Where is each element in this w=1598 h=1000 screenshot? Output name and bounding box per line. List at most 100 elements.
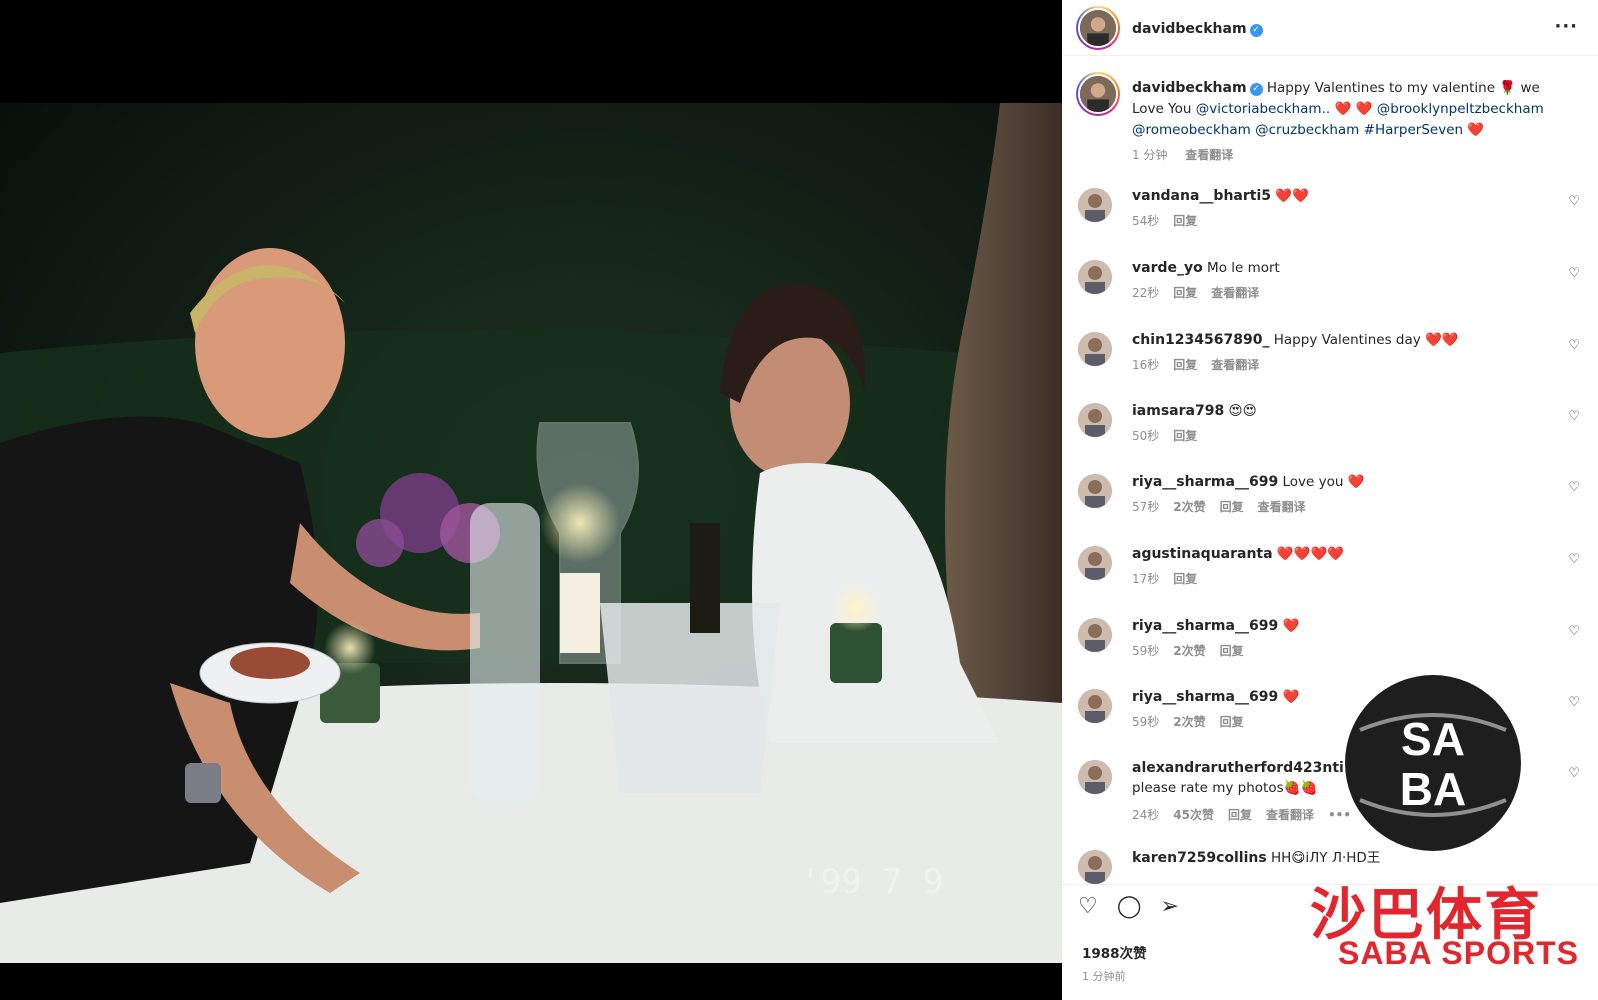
likes-count[interactable]: 1988次赞 [1082, 942, 1147, 962]
caption-avatar[interactable] [1076, 72, 1120, 116]
comment-like-heart-icon[interactable]: ♡ [1568, 266, 1580, 281]
saba-watermark-en: SABA SPORTS [1338, 935, 1579, 971]
mention-victoriabeckham[interactable]: @victoriabeckham.. [1196, 101, 1330, 117]
comment-text: Happy Valentines day ❤️❤️ [1273, 332, 1459, 348]
heart-outline-icon[interactable]: ♡ [1078, 894, 1098, 919]
comment-row: iamsara798 😍😍 50秒 回复 ♡ [1062, 401, 1598, 461]
comment-time: 59秒 [1132, 715, 1160, 729]
author-username[interactable]: davidbeckham [1132, 21, 1247, 37]
comment-time: 54秒 [1132, 214, 1160, 228]
commenter-username[interactable]: alexandrarutherford423nti [1132, 760, 1344, 776]
comment-text: ❤️ [1282, 689, 1300, 705]
caption-time: 1 分钟 [1132, 148, 1168, 162]
comment-text: ❤️❤️ [1275, 188, 1309, 204]
see-translation-link[interactable]: 查看翻译 [1266, 808, 1314, 822]
comment-row: varde_yo Mo le mort 22秒 回复 查看翻译 ♡ [1062, 258, 1598, 318]
rose-emoji: 🌹 [1499, 80, 1517, 96]
caption-username[interactable]: davidbeckham [1132, 80, 1247, 96]
commenter-username[interactable]: agustinaquaranta [1132, 546, 1273, 562]
comment-row: riya__sharma__699 ❤️ 59秒 2次赞 回复 ♡ [1062, 616, 1598, 676]
commenter-username[interactable]: karen7259collins [1132, 850, 1267, 866]
comment-like-heart-icon[interactable]: ♡ [1568, 338, 1580, 353]
comment-text: ❤️ [1282, 618, 1300, 634]
reply-button[interactable]: 回复 [1228, 808, 1252, 822]
commenter-avatar[interactable] [1078, 474, 1112, 508]
comment-time: 59秒 [1132, 644, 1160, 658]
post-caption: davidbeckham ✓ Happy Valentines to my val… [1132, 78, 1572, 166]
commenter-avatar[interactable] [1078, 260, 1112, 294]
commenter-username[interactable]: varde_yo [1132, 260, 1203, 276]
hashtag-harperseven[interactable]: #HarperSeven [1364, 122, 1463, 138]
comment-like-heart-icon[interactable]: ♡ [1568, 695, 1580, 710]
comment-likes[interactable]: 2次赞 [1173, 500, 1205, 514]
reply-button[interactable]: 回复 [1220, 644, 1244, 658]
commenter-avatar[interactable] [1078, 850, 1112, 884]
commenter-avatar[interactable] [1078, 618, 1112, 652]
comment-like-heart-icon[interactable]: ♡ [1568, 480, 1580, 495]
commenter-avatar[interactable] [1078, 188, 1112, 222]
commenter-avatar[interactable] [1078, 332, 1112, 366]
comment-time: 50秒 [1132, 429, 1160, 443]
action-bar: ♡ ◯ ➢ [1078, 894, 1193, 924]
svg-text:SA: SA [1401, 713, 1465, 765]
see-translation-link[interactable]: 查看翻译 [1258, 500, 1306, 514]
comment-likes[interactable]: 2次赞 [1173, 715, 1205, 729]
heart-emoji: ❤️ [1467, 122, 1485, 138]
comment-row: riya__sharma__699 Love you ❤️ 57秒 2次赞 回复 查看翻… [1062, 472, 1598, 532]
author-avatar[interactable] [1076, 6, 1120, 50]
verified-badge-icon: ✓ [1249, 83, 1263, 96]
comment-bubble-icon[interactable]: ◯ [1117, 894, 1142, 919]
comment-time: 22秒 [1132, 286, 1160, 300]
commenter-username[interactable]: riya__sharma__699 [1132, 618, 1278, 634]
see-translation-link[interactable]: 查看翻译 [1211, 286, 1259, 300]
heart-emojis: ❤️ ❤️ [1334, 101, 1373, 117]
comment-likes[interactable]: 2次赞 [1173, 644, 1205, 658]
commenter-username[interactable]: vandana__bharti5 [1132, 188, 1271, 204]
commenter-username[interactable]: riya__sharma__699 [1132, 474, 1278, 490]
post-photo[interactable]: '99 7 9 [0, 103, 1062, 963]
comment-text: ❤️❤️❤️❤️ [1276, 546, 1345, 562]
comment-like-heart-icon[interactable]: ♡ [1568, 624, 1580, 639]
mention-brooklynpeltzbeckham[interactable]: @brooklynpeltzbeckham [1377, 101, 1544, 117]
commenter-username[interactable]: chin1234567890_ [1132, 332, 1269, 348]
comment-like-heart-icon[interactable]: ♡ [1568, 194, 1580, 209]
photo-illustration: '99 7 9 [0, 103, 1062, 963]
post-header: davidbeckham ✓ ··· [1062, 0, 1598, 56]
reply-button[interactable]: 回复 [1173, 572, 1197, 586]
saba-watermark-logo: SA BA [1345, 675, 1521, 851]
commenter-avatar[interactable] [1078, 689, 1112, 723]
reply-button[interactable]: 回复 [1173, 214, 1197, 228]
caption-text: Happy Valentines to my valentine [1266, 80, 1496, 96]
comment-time: 24秒 [1132, 808, 1160, 822]
comment-text-line2: please rate my photos🍓🍓 [1132, 780, 1318, 796]
reply-button[interactable]: 回复 [1173, 358, 1197, 372]
comment-time: 17秒 [1132, 572, 1160, 586]
commenter-avatar[interactable] [1078, 403, 1112, 437]
comment-like-heart-icon[interactable]: ♡ [1568, 409, 1580, 424]
see-translation-link[interactable]: 查看翻译 [1211, 358, 1259, 372]
paper-plane-icon[interactable]: ➢ [1161, 894, 1179, 919]
reply-button[interactable]: 回复 [1173, 286, 1197, 300]
reply-button[interactable]: 回复 [1220, 715, 1244, 729]
commenter-avatar[interactable] [1078, 760, 1112, 794]
commenter-avatar[interactable] [1078, 546, 1112, 580]
mention-cruzbeckham[interactable]: @cruzbeckham [1255, 122, 1359, 138]
reply-button[interactable]: 回复 [1173, 429, 1197, 443]
commenter-username[interactable]: iamsara798 [1132, 403, 1224, 419]
comment-row: vandana__bharti5 ❤️❤️ 54秒 回复 ♡ [1062, 186, 1598, 246]
comment-time: 16秒 [1132, 358, 1160, 372]
comment-like-heart-icon[interactable]: ♡ [1568, 766, 1580, 781]
comment-like-heart-icon[interactable]: ♡ [1568, 552, 1580, 567]
mention-romeobeckham[interactable]: @romeobeckham [1132, 122, 1251, 138]
comment-text: Love you ❤️ [1282, 474, 1365, 490]
verified-badge-icon: ✓ [1249, 24, 1263, 37]
date-stamp: '99 7 9 [800, 862, 943, 902]
comment-time: 57秒 [1132, 500, 1160, 514]
more-horizontal-icon[interactable]: ··· [1554, 16, 1578, 37]
reply-button[interactable]: 回复 [1220, 500, 1244, 514]
comment-row: chin1234567890_ Happy Valentines day ❤️❤… [1062, 330, 1598, 390]
commenter-username[interactable]: riya__sharma__699 [1132, 689, 1278, 705]
comment-likes[interactable]: 45次赞 [1173, 808, 1214, 822]
see-translation-link[interactable]: 查看翻译 [1185, 148, 1233, 162]
comment-row: agustinaquaranta ❤️❤️❤️❤️ 17秒 回复 ♡ [1062, 544, 1598, 604]
